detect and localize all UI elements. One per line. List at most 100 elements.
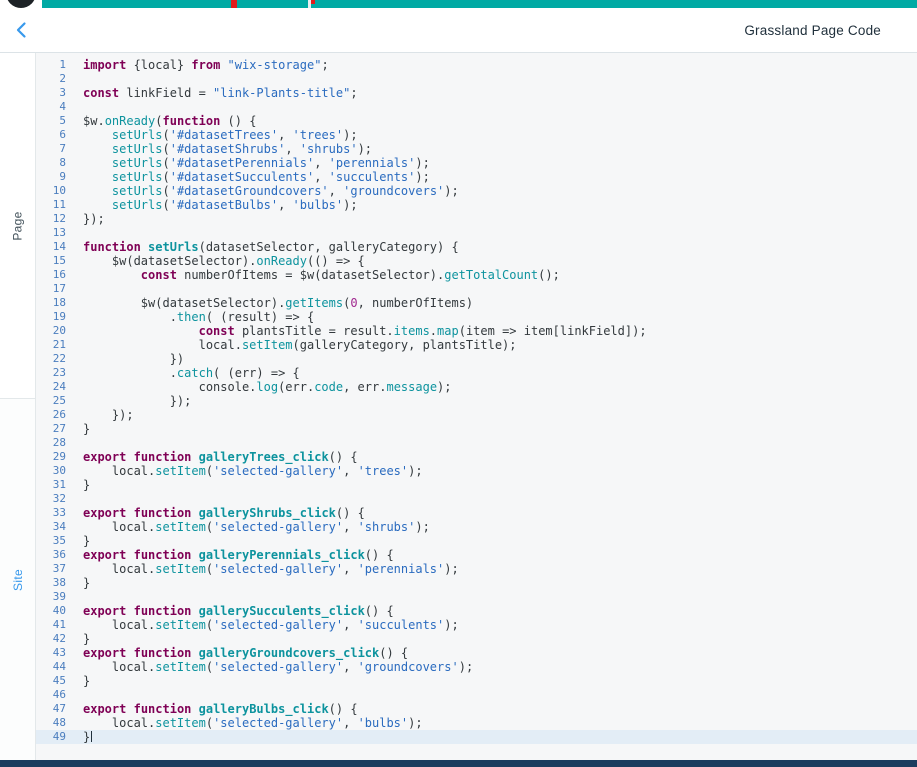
code-line[interactable]: 38}	[36, 576, 917, 590]
code-line[interactable]: 17	[36, 282, 917, 296]
back-button[interactable]	[6, 14, 38, 46]
line-number[interactable]: 38	[36, 576, 66, 590]
line-number[interactable]: 41	[36, 618, 66, 632]
line-number[interactable]: 47	[36, 702, 66, 716]
line-number[interactable]: 12	[36, 212, 66, 226]
line-number[interactable]: 27	[36, 422, 66, 436]
line-number[interactable]: 42	[36, 632, 66, 646]
code-line[interactable]: 49}	[36, 730, 917, 744]
code-line[interactable]: 3 const linkField = "link-Plants-title";	[36, 86, 917, 100]
line-number[interactable]: 20	[36, 324, 66, 338]
line-number[interactable]: 29	[36, 450, 66, 464]
line-number[interactable]: 2	[36, 72, 66, 86]
code-line[interactable]: 45}	[36, 674, 917, 688]
line-number[interactable]: 34	[36, 520, 66, 534]
line-number[interactable]: 22	[36, 352, 66, 366]
code-line[interactable]: 41 local.setItem('selected-gallery', 'su…	[36, 618, 917, 632]
line-number[interactable]: 7	[36, 142, 66, 156]
code-line[interactable]: 35}	[36, 534, 917, 548]
line-number[interactable]: 48	[36, 716, 66, 730]
line-number[interactable]: 1	[36, 58, 66, 72]
tab-site[interactable]: Site	[0, 399, 35, 761]
code-line[interactable]: 27}	[36, 422, 917, 436]
code-line[interactable]: 40 export function gallerySucculents_clic…	[36, 604, 917, 618]
line-number[interactable]: 37	[36, 562, 66, 576]
code-line[interactable]: 43 export function galleryGroundcovers_cl…	[36, 646, 917, 660]
code-line[interactable]: 18 $w(datasetSelector).getItems(0, numbe…	[36, 296, 917, 310]
line-number[interactable]: 4	[36, 100, 66, 114]
code-line[interactable]: 19 .then( (result) => {	[36, 310, 917, 324]
code-line[interactable]: 6 setUrls('#datasetTrees', 'trees');	[36, 128, 917, 142]
line-number[interactable]: 39	[36, 590, 66, 604]
line-number[interactable]: 26	[36, 408, 66, 422]
code-line[interactable]: 30 local.setItem('selected-gallery', 'tr…	[36, 464, 917, 478]
code-line[interactable]: 36 export function galleryPerennials_clic…	[36, 548, 917, 562]
code-line[interactable]: 28	[36, 436, 917, 450]
code-line[interactable]: 46	[36, 688, 917, 702]
code-line[interactable]: 25 });	[36, 394, 917, 408]
line-number[interactable]: 16	[36, 268, 66, 282]
code-line[interactable]: 23 .catch( (err) => {	[36, 366, 917, 380]
code-line[interactable]: 1 import {local} from "wix-storage";	[36, 58, 917, 72]
code-line[interactable]: 8 setUrls('#datasetPerennials', 'perenni…	[36, 156, 917, 170]
line-number[interactable]: 10	[36, 184, 66, 198]
line-number[interactable]: 33	[36, 506, 66, 520]
code-line[interactable]: 39	[36, 590, 917, 604]
line-number[interactable]: 8	[36, 156, 66, 170]
code-line[interactable]: 11 setUrls('#datasetBulbs', 'bulbs');	[36, 198, 917, 212]
code-line[interactable]: 21 local.setItem(galleryCategory, plants…	[36, 338, 917, 352]
code-line[interactable]: 37 local.setItem('selected-gallery', 'pe…	[36, 562, 917, 576]
line-number[interactable]: 35	[36, 534, 66, 548]
line-number[interactable]: 32	[36, 492, 66, 506]
code-line[interactable]: 7 setUrls('#datasetShrubs', 'shrubs');	[36, 142, 917, 156]
code-line[interactable]: 4	[36, 100, 917, 114]
line-number[interactable]: 45	[36, 674, 66, 688]
line-number[interactable]: 31	[36, 478, 66, 492]
code-line[interactable]: 14 function setUrls(datasetSelector, gall…	[36, 240, 917, 254]
line-number[interactable]: 17	[36, 282, 66, 296]
line-number[interactable]: 36	[36, 548, 66, 562]
code-line[interactable]: 32	[36, 492, 917, 506]
line-number[interactable]: 19	[36, 310, 66, 324]
line-number[interactable]: 14	[36, 240, 66, 254]
code-line[interactable]: 12});	[36, 212, 917, 226]
line-number[interactable]: 6	[36, 128, 66, 142]
code-line[interactable]: 44 local.setItem('selected-gallery', 'gr…	[36, 660, 917, 674]
line-number[interactable]: 49	[36, 730, 66, 744]
line-number[interactable]: 28	[36, 436, 66, 450]
line-number[interactable]: 18	[36, 296, 66, 310]
line-number[interactable]: 40	[36, 604, 66, 618]
line-number[interactable]: 25	[36, 394, 66, 408]
code-line[interactable]: 47 export function galleryBulbs_click() {	[36, 702, 917, 716]
line-number[interactable]: 11	[36, 198, 66, 212]
code-line[interactable]: 10 setUrls('#datasetGroundcovers', 'grou…	[36, 184, 917, 198]
line-number[interactable]: 5	[36, 114, 66, 128]
line-number[interactable]: 13	[36, 226, 66, 240]
line-number[interactable]: 21	[36, 338, 66, 352]
line-number[interactable]: 15	[36, 254, 66, 268]
logo-icon[interactable]	[6, 0, 36, 8]
code-line[interactable]: 22 })	[36, 352, 917, 366]
code-line[interactable]: 31}	[36, 478, 917, 492]
code-line[interactable]: 13	[36, 226, 917, 240]
code-line[interactable]: 33 export function galleryShrubs_click() …	[36, 506, 917, 520]
line-number[interactable]: 3	[36, 86, 66, 100]
code-line[interactable]: 29 export function galleryTrees_click() {	[36, 450, 917, 464]
line-number[interactable]: 43	[36, 646, 66, 660]
code-line[interactable]: 26 });	[36, 408, 917, 422]
code-line[interactable]: 2	[36, 72, 917, 86]
code-line[interactable]: 15 $w(datasetSelector).onReady(() => {	[36, 254, 917, 268]
line-number[interactable]: 23	[36, 366, 66, 380]
line-number[interactable]: 24	[36, 380, 66, 394]
tab-page[interactable]: Page	[0, 53, 35, 399]
code-line[interactable]: 42}	[36, 632, 917, 646]
line-number[interactable]: 30	[36, 464, 66, 478]
line-number[interactable]: 44	[36, 660, 66, 674]
line-number[interactable]: 46	[36, 688, 66, 702]
code-line[interactable]: 16 const numberOfItems = $w(datasetSelec…	[36, 268, 917, 282]
code-line[interactable]: 24 console.log(err.code, err.message);	[36, 380, 917, 394]
code-line[interactable]: 5 $w.onReady(function () {	[36, 114, 917, 128]
line-number[interactable]: 9	[36, 170, 66, 184]
code-line[interactable]: 20 const plantsTitle = result.items.map(…	[36, 324, 917, 338]
code-line[interactable]: 48 local.setItem('selected-gallery', 'bu…	[36, 716, 917, 730]
